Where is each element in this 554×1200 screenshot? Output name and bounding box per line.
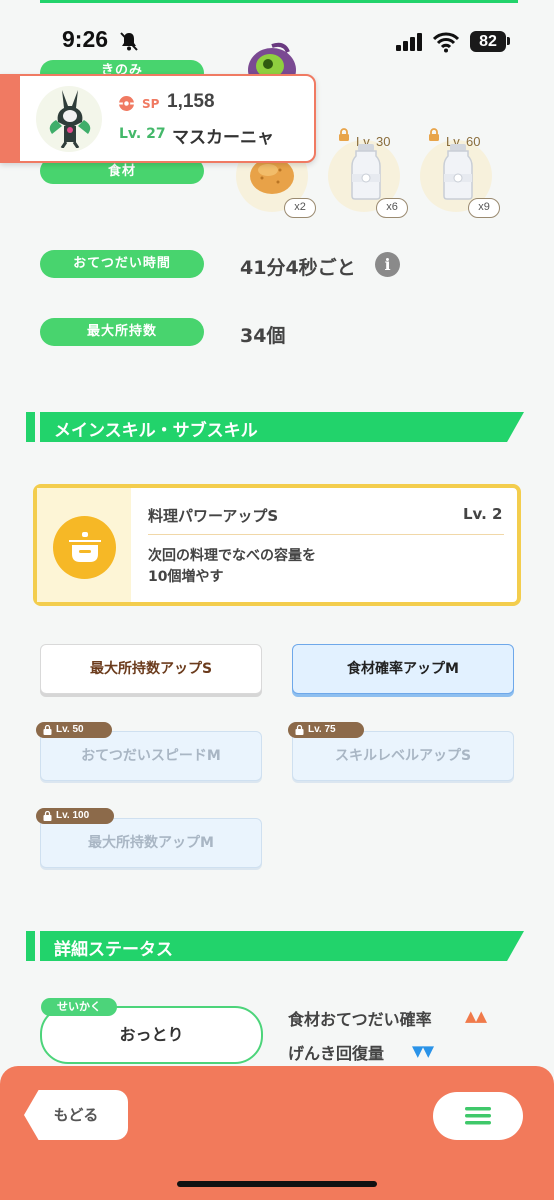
main-skill-desc-line2: 10個増やす: [148, 569, 224, 585]
sub-skill-lock-level-3: Lv. 50: [56, 724, 84, 735]
nature-tag: せいかく: [41, 998, 117, 1016]
monster-name: マスカーニャ: [172, 128, 274, 148]
stat-up-arrows: ▲▲: [465, 1007, 487, 1025]
monster-level: Lv. 27: [119, 126, 166, 142]
back-button[interactable]: もどる: [24, 1090, 128, 1140]
main-skill-desc-line1: 次回の料理でなべの容量を: [148, 548, 316, 564]
lock-icon: [429, 128, 439, 141]
sub-skill-button-5[interactable]: 最大所持数アップM: [40, 818, 262, 868]
sub-skill-lock-level-4: Lv. 75: [308, 724, 336, 735]
sp-ball-icon: [119, 96, 134, 111]
sp-label: SP: [142, 97, 160, 111]
lock-icon: [43, 725, 52, 735]
top-divider: [40, 0, 518, 3]
battery-indicator: 82: [470, 31, 506, 52]
lock-icon: [43, 811, 52, 821]
sub-skill-button-1[interactable]: 最大所持数アップS: [40, 644, 262, 694]
section-header-details: 詳細ステータス: [26, 931, 524, 961]
sub-skill-button-3[interactable]: おてつだいスピードM: [40, 731, 262, 781]
cooking-pot-icon: [69, 532, 101, 562]
nature-up-label: 食材おてつだい確率: [288, 1010, 432, 1029]
section-title-details: 詳細ステータス: [54, 940, 173, 960]
battery-tip: [507, 37, 510, 45]
max-carry-value: 34個: [240, 325, 286, 347]
stat-down-arrows: ▼▼: [412, 1042, 434, 1060]
cellular-signal-icon: [396, 33, 422, 51]
section-title-skills: メインスキル・サブスキル: [54, 421, 258, 441]
menu-icon: [465, 1107, 491, 1125]
section-marker: [26, 412, 35, 442]
main-skill-name: 料理パワーアップS: [148, 507, 279, 525]
nature-down-label: げんき回復量: [288, 1044, 385, 1063]
ingredient-count-3: x9: [468, 198, 500, 218]
sub-skill-lock-tag-5: Lv. 100: [36, 808, 114, 824]
milk-bottle-icon: [351, 144, 381, 200]
milk-bottle-icon: [443, 144, 473, 200]
help-time-pill: おてつだい時間: [40, 250, 204, 278]
monster-card-accent: [0, 74, 20, 163]
main-skill-description: 次回の料理でなべの容量を 10個増やす: [148, 546, 448, 588]
sub-skill-lock-tag-4: Lv. 75: [288, 722, 364, 738]
ingredient-count-2: x6: [376, 198, 408, 218]
sub-skill-button-2[interactable]: 食材確率アップM: [292, 644, 514, 694]
sub-skill-lock-tag-3: Lv. 50: [36, 722, 112, 738]
bell-muted-icon: [120, 32, 138, 51]
sp-value: 1,158: [167, 91, 215, 112]
wifi-icon: [433, 32, 459, 53]
section-header-skills: メインスキル・サブスキル: [26, 412, 524, 442]
menu-button[interactable]: [433, 1092, 523, 1140]
ingredient-count-1: x2: [284, 198, 316, 218]
info-icon[interactable]: i: [375, 252, 400, 277]
main-skill-divider: [148, 534, 504, 535]
help-time-value: 41分4秒ごと: [240, 257, 356, 279]
home-indicator[interactable]: [177, 1181, 377, 1187]
status-time: 9:26: [62, 26, 109, 52]
section-marker: [26, 931, 35, 961]
monster-sprite-icon: [49, 90, 91, 148]
lock-icon: [295, 725, 304, 735]
lock-icon: [339, 128, 349, 141]
sub-skill-lock-level-5: Lv. 100: [56, 810, 90, 821]
sub-skill-button-4[interactable]: スキルレベルアップS: [292, 731, 514, 781]
max-carry-pill: 最大所持数: [40, 318, 204, 346]
main-skill-level: Lv. 2: [463, 505, 503, 523]
